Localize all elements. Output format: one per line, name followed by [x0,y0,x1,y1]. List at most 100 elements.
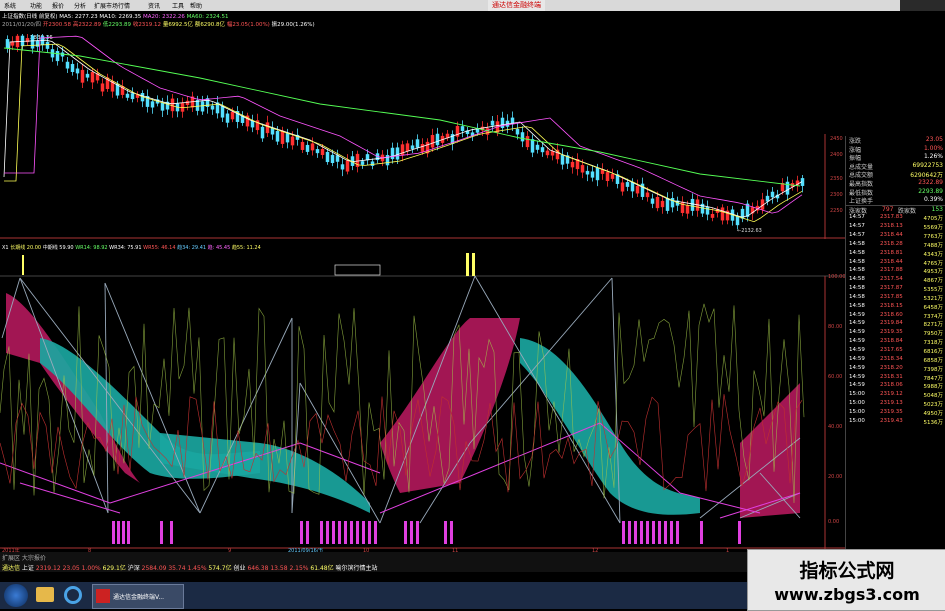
candle-body [185,100,190,106]
candle-body [595,167,600,181]
window-controls[interactable] [900,0,945,11]
kdj-band-pink [380,318,520,493]
signal-bar [127,521,130,544]
candle-body [150,101,155,108]
kdj-band-pink [740,383,800,518]
tick-row: 14:57 2317.83 4705万 [846,214,945,223]
tick-price: 2318.84 [880,338,903,345]
tick-volume: 5569万 [923,225,944,232]
signal-bar [374,521,377,544]
menu-item[interactable]: 分析 [74,1,86,10]
signal-bar [444,521,447,544]
menu-item[interactable]: 帮助 [190,1,202,10]
tick-price: 2318.60 [880,311,903,318]
tick-volume: 4765万 [923,260,944,267]
menu-item[interactable]: 报价 [52,1,64,10]
tick-row: 15:00 2319.12 5048万 [846,391,945,400]
oscillator-axis-tick: 60.00 [828,374,842,380]
candle-body [430,134,435,148]
stat-row: 总成交量 69922753 [846,162,945,171]
menu-item[interactable]: 工具 [172,1,184,10]
watermark-logo: 指标公式网 www.zbgs3.com [747,549,945,611]
candle-body [770,191,775,198]
ma5-line [3,39,803,218]
tick-price: 2317.83 [880,214,903,221]
indicator-value: WR34: [109,245,127,251]
tick-row: 14:58 2318.15 6458万 [846,303,945,312]
taskbar-folder-icon[interactable] [36,587,54,602]
candle-body [765,195,770,202]
signal-bar [634,521,637,544]
tick-row: 14:59 2318.84 7318万 [846,338,945,347]
stat-value: 23.05 [925,136,943,143]
candle-body [210,105,215,110]
candle-body [250,120,255,128]
tick-price: 2318.28 [880,240,903,247]
tick-row: 14:58 2317.85 5321万 [846,294,945,303]
stat-value: 2322.89 [918,178,943,186]
candle-body [720,207,725,221]
ohlc-value: 量6992.5亿 [162,22,195,28]
tick-row: 14:59 2317.65 6816万 [846,347,945,356]
menu-item[interactable]: 系统 [4,1,16,10]
taskbar-ie-icon[interactable] [64,586,82,604]
candle-body [70,63,75,72]
tab[interactable]: 扩展区 [2,555,22,562]
menu-item[interactable]: 扩展市场行情 [94,1,130,10]
candle-body [360,161,365,165]
tick-time: 14:59 [849,355,865,362]
tick-price: 2318.20 [880,364,903,371]
candle-body [330,154,335,163]
menu-item[interactable]: 功能 [30,1,42,10]
stat-value: 2293.89 [918,187,943,195]
indicator-value: 45.45 [216,245,232,251]
indicator-value: WR55: [143,245,161,251]
price-chart[interactable]: 2450 2400 2350 2300 2250 ←2132.63 [0,34,845,239]
tick-volume: 5988万 [923,384,944,391]
ma-info-line: 上证指数(日线 前复权) MA5: 2277.23 MA10: 2269.35 … [2,12,228,20]
candle-body [345,160,350,172]
candle-body [560,154,565,165]
ma20-line [4,35,803,214]
tick-time: 14:58 [849,302,865,309]
indicator-value: 59.90 [59,245,75,251]
signal-bar [170,521,173,544]
oscillator-axis-tick: 100.00 [828,274,845,280]
oscillator-chart[interactable]: X1 长期线 20.00 中期线 59.90 WR14: 98.92 WR34:… [0,243,845,552]
ma60-line [3,47,801,187]
candle-body [305,144,310,152]
candle-body [320,149,325,155]
status-value: 35.74 [168,565,188,572]
tick-time: 15:00 [849,408,865,415]
candle-body [650,198,655,204]
tick-time: 15:00 [849,417,865,424]
tab[interactable]: 大宗报价 [22,555,46,562]
candle-body [405,143,410,152]
tick-row: 14:58 2318.81 4343万 [846,250,945,259]
tick-time: 14:59 [849,364,865,371]
trend-line [19,277,201,514]
oscillator-axis-tick: 0.00 [828,519,839,525]
tick-price: 2318.15 [880,302,903,309]
ma10-line [4,43,803,223]
indicator-value: 29.41 [192,245,208,251]
candle-body [265,122,270,134]
ohlc-value: 2011/01/20/四 [2,22,43,28]
signal-bar [300,521,303,544]
tick-row: 14:58 2317.88 4953万 [846,267,945,276]
stat-row: 最高指数 2322.89 [846,179,945,188]
menu-item[interactable]: 资讯 [148,1,160,10]
tick-volume: 7374万 [923,313,944,320]
start-button[interactable] [4,584,28,607]
tick-volume: 5023万 [923,402,944,409]
status-value: 61.48亿 [310,565,336,572]
tick-time: 14:57 [849,214,865,221]
candle-body [200,101,205,112]
candle-body [45,41,50,49]
taskbar-app-item[interactable]: 通达信金融终端V... [92,584,184,609]
candle-body [340,164,345,170]
candle-body [585,170,590,175]
indicator-value: 趋55: [232,244,247,251]
indicator-value: 75.91 [127,245,143,251]
candle-body [195,100,200,111]
